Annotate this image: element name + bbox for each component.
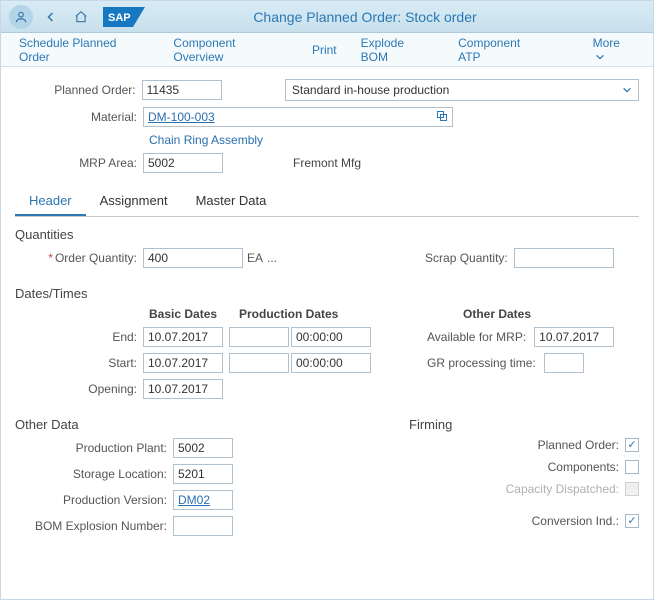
bom-explosion-number-field[interactable] (173, 516, 233, 536)
end-prod-date-field[interactable] (229, 327, 289, 347)
tab-assignment[interactable]: Assignment (86, 187, 182, 216)
planned-order-field[interactable] (142, 80, 222, 100)
tab-master-data[interactable]: Master Data (182, 187, 281, 216)
firming-capacity-dispatched-label: Capacity Dispatched: (506, 482, 619, 496)
datestimes-section-title: Dates/Times (15, 286, 639, 301)
start-basic-date-field[interactable] (143, 353, 223, 373)
component-atp-action[interactable]: Component ATP (458, 36, 545, 64)
order-quantity-label: *Order Quantity: (15, 251, 143, 265)
firming-capacity-dispatched-checkbox (625, 482, 639, 496)
firming-planned-order-checkbox[interactable] (625, 438, 639, 452)
bom-explosion-number-label: BOM Explosion Number: (15, 519, 173, 533)
start-prod-time-field[interactable] (291, 353, 371, 373)
firming-planned-order-label: Planned Order: (538, 438, 619, 452)
production-version-value[interactable]: DM02 (178, 493, 210, 507)
mrp-area-label: MRP Area: (15, 156, 143, 170)
available-for-mrp-field[interactable] (534, 327, 614, 347)
other-data-section-title: Other Data (15, 417, 409, 432)
end-date-label: End: (15, 330, 143, 344)
gr-processing-time-field[interactable] (544, 353, 584, 373)
conversion-indicator-label: Conversion Ind.: (532, 514, 619, 528)
chevron-down-icon (595, 52, 605, 62)
quantities-section-title: Quantities (15, 227, 639, 242)
content: Planned Order: Standard in-house product… (1, 67, 653, 550)
back-icon[interactable] (39, 5, 63, 29)
firming-section-title: Firming (409, 417, 639, 432)
titlebar: SAP Change Planned Order: Stock order (1, 1, 653, 33)
tabbar: Header Assignment Master Data (15, 187, 639, 217)
storage-location-field[interactable] (173, 464, 233, 484)
schedule-planned-order-action[interactable]: Schedule Planned Order (19, 36, 149, 64)
page-title: Change Planned Order: Stock order (145, 9, 645, 25)
available-for-mrp-label: Available for MRP: (427, 330, 526, 344)
storage-location-label: Storage Location: (15, 467, 173, 481)
tab-header[interactable]: Header (15, 187, 86, 216)
print-action[interactable]: Print (312, 43, 337, 57)
production-version-field[interactable]: DM02 (173, 490, 233, 510)
end-basic-date-field[interactable] (143, 327, 223, 347)
order-type-dropdown[interactable]: Standard in-house production (285, 79, 639, 101)
opening-date-label: Opening: (15, 382, 143, 396)
mrp-area-description: Fremont Mfg (293, 156, 361, 170)
production-plant-field[interactable] (173, 438, 233, 458)
order-quantity-field[interactable] (143, 248, 243, 268)
user-avatar-icon[interactable] (9, 5, 33, 29)
more-label: More (593, 36, 620, 50)
order-type-value: Standard in-house production (292, 83, 449, 97)
production-version-label: Production Version: (15, 493, 173, 507)
opening-basic-date-field[interactable] (143, 379, 223, 399)
production-dates-header: Production Dates (239, 307, 389, 321)
planned-order-label: Planned Order: (15, 83, 142, 97)
scrap-quantity-label: Scrap Quantity: (425, 251, 508, 265)
chevron-down-icon (622, 85, 632, 95)
material-label: Material: (15, 110, 143, 124)
conversion-indicator-checkbox[interactable] (625, 514, 639, 528)
material-value[interactable]: DM-100-003 (148, 110, 215, 124)
value-help-icon[interactable] (436, 110, 448, 125)
material-description[interactable]: Chain Ring Assembly (149, 133, 639, 147)
actionbar: Schedule Planned Order Component Overvie… (1, 33, 653, 67)
production-plant-label: Production Plant: (15, 441, 173, 455)
order-quantity-unit: EA (247, 251, 263, 265)
more-menu[interactable]: More (593, 36, 635, 64)
firming-components-label: Components: (548, 460, 619, 474)
basic-dates-header: Basic Dates (149, 307, 239, 321)
other-dates-header: Other Dates (463, 307, 531, 321)
svg-text:SAP: SAP (108, 12, 131, 24)
explode-bom-action[interactable]: Explode BOM (361, 36, 434, 64)
home-icon[interactable] (69, 5, 93, 29)
sap-logo: SAP (103, 7, 145, 27)
mrp-area-field[interactable] (143, 153, 223, 173)
component-overview-action[interactable]: Component Overview (173, 36, 288, 64)
start-date-label: Start: (15, 356, 143, 370)
start-prod-date-field[interactable] (229, 353, 289, 373)
scrap-quantity-field[interactable] (514, 248, 614, 268)
end-prod-time-field[interactable] (291, 327, 371, 347)
order-quantity-ellipsis[interactable]: ... (267, 251, 277, 265)
firming-components-checkbox[interactable] (625, 460, 639, 474)
material-field[interactable]: DM-100-003 (143, 107, 453, 127)
gr-processing-time-label: GR processing time: (427, 356, 536, 370)
